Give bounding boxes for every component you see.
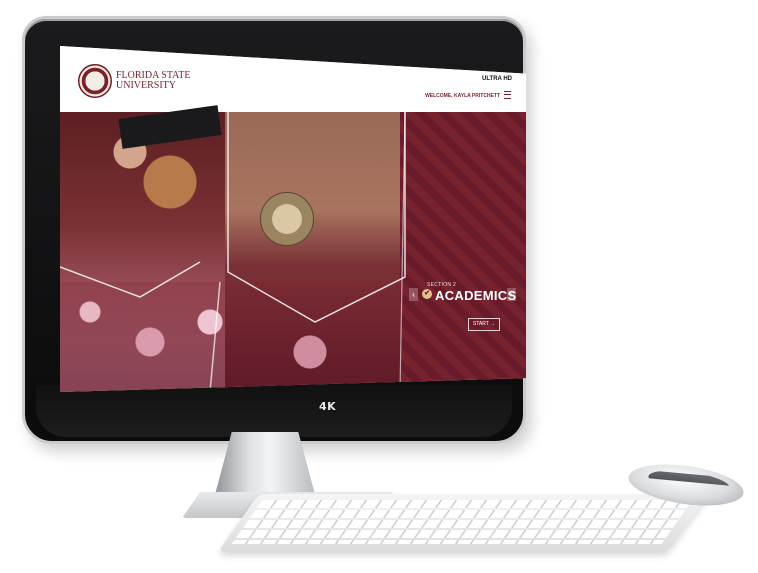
keyboard [218,494,709,552]
hero-collage: ‹ SECTION 2 ✔ ACADEMICS › START → ✔ ✎ ✦ … [60,105,526,392]
brand-line-2: UNIVERSITY [116,80,176,91]
prev-section-button[interactable]: ‹ [409,288,418,301]
section-title: ACADEMICS [435,288,517,303]
4k-badge: 4K [319,400,337,413]
brand-wordmark[interactable]: FLORIDA STATE UNIVERSITY [116,71,190,91]
white-outline-shapes [60,112,406,392]
monitor-chin [36,385,512,437]
fsu-seal-logo[interactable] [78,64,112,98]
screen: FLORIDA STATE UNIVERSITY ULTRA HD WELCOM… [60,46,526,392]
welcome-user[interactable]: WELCOME, KAYLA PRITCHETT [425,93,500,99]
start-label: START [472,321,489,327]
keyboard-keys [231,500,693,544]
ultrahd-label: ULTRA HD [482,76,512,82]
next-section-button[interactable]: › [507,288,516,301]
check-circle-icon: ✔ [422,289,432,299]
arrow-right-icon: → [490,321,496,327]
start-button[interactable]: START → [468,318,500,331]
hamburger-menu-icon[interactable] [504,91,511,99]
